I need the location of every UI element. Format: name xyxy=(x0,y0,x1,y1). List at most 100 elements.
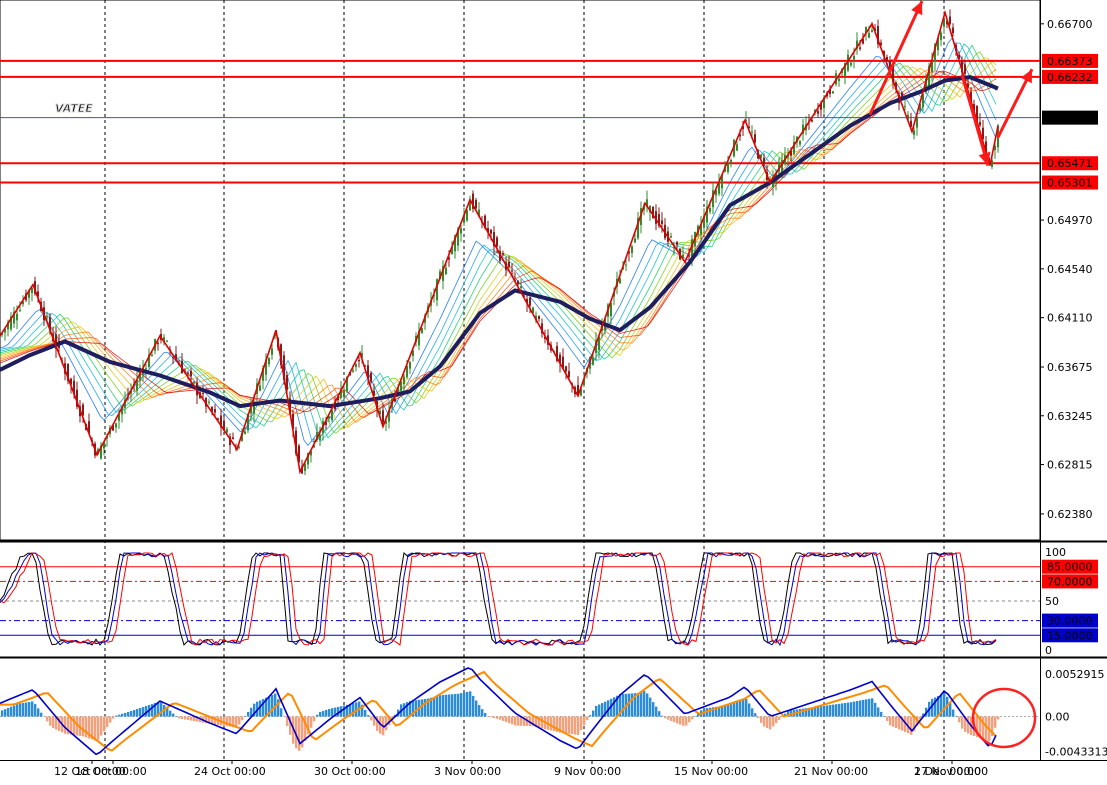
macd-histogram-bar xyxy=(469,691,472,717)
macd-tick-label: 0.0052915 xyxy=(1045,668,1105,681)
macd-histogram-bar xyxy=(127,712,130,717)
price-tick-label: 0.64540 xyxy=(1047,263,1093,276)
macd-histogram-bar xyxy=(892,716,895,727)
candle-body xyxy=(838,78,840,81)
macd-histogram-bar xyxy=(877,707,880,717)
macd-histogram-bar xyxy=(850,702,853,717)
macd-histogram-bar xyxy=(622,693,625,717)
candle-body xyxy=(46,315,48,317)
macd-histogram-bar xyxy=(679,716,682,725)
macd-histogram-bar xyxy=(874,702,877,717)
candle-body xyxy=(157,343,159,345)
macd-histogram-bar xyxy=(640,692,643,717)
macd-histogram-bar xyxy=(100,716,103,736)
stochastic-pane xyxy=(0,552,1040,647)
macd-histogram-bar xyxy=(865,699,868,717)
macd-tick-label: 0.00 xyxy=(1045,711,1070,724)
candle-body xyxy=(508,261,510,267)
macd-histogram-bar xyxy=(664,716,667,719)
macd-histogram-bar xyxy=(187,716,190,721)
candle-body xyxy=(370,373,372,382)
macd-histogram-bar xyxy=(442,694,445,717)
macd-histogram-bar xyxy=(982,716,985,740)
candle-body xyxy=(244,431,246,435)
candle-body xyxy=(268,358,270,365)
macd-histogram-bar xyxy=(496,716,499,719)
macd-histogram-bar xyxy=(454,693,457,717)
macd-histogram-bar xyxy=(298,716,301,751)
candle-body xyxy=(421,328,423,333)
macd-histogram-bar xyxy=(22,702,25,717)
candle-body xyxy=(151,355,153,357)
macd-histogram-bar xyxy=(820,706,823,717)
macd-histogram-bar xyxy=(943,693,946,717)
macd-histogram-bar xyxy=(328,708,331,717)
chart-area[interactable]: 0.66700 0.66373 0.66232 0.65873 0.65471 0.653… xyxy=(0,0,1107,781)
macd-histogram-bar xyxy=(82,716,85,737)
candle-body xyxy=(520,286,522,289)
candle-body xyxy=(529,297,531,306)
candle-body xyxy=(517,280,519,285)
macd-histogram-bar xyxy=(541,716,544,729)
macd-histogram-bar xyxy=(688,716,691,723)
time-tick-label: 9 Nov 00:00 xyxy=(554,765,621,778)
macd-histogram-bar xyxy=(325,709,328,717)
macd-histogram-bar xyxy=(961,716,964,729)
macd-histogram-bar xyxy=(451,694,454,717)
stochastic-tick-label: 100 xyxy=(1045,546,1066,559)
macd-histogram-bar xyxy=(553,716,556,732)
candle-body xyxy=(979,122,981,126)
macd-histogram-bar xyxy=(43,716,46,718)
macd-histogram-bar xyxy=(112,716,115,719)
macd-histogram-bar xyxy=(139,707,142,717)
macd-histogram-bar xyxy=(766,716,769,729)
macd-histogram-bar xyxy=(772,716,775,727)
macd-histogram-bar xyxy=(421,699,424,717)
macd-histogram-bar xyxy=(13,705,16,717)
macd-histogram-bar xyxy=(238,716,241,725)
macd-histogram-bar xyxy=(838,703,841,717)
candle-body xyxy=(538,316,540,319)
macd-histogram-bar xyxy=(886,716,889,721)
macd-histogram-bar xyxy=(124,712,127,717)
candle-body xyxy=(466,210,468,221)
price-tick-label: 0.63675 xyxy=(1047,361,1093,374)
candle-body xyxy=(511,270,513,272)
macd-histogram-bar xyxy=(565,716,568,734)
price-pane xyxy=(0,0,1040,475)
price-tick-label: 0.66700 xyxy=(1047,18,1093,31)
candle-body xyxy=(343,389,345,398)
candle-body xyxy=(187,372,189,374)
chart-svg[interactable]: 0.66700 0.66373 0.66232 0.65873 0.65471 0.653… xyxy=(0,0,1107,781)
price-tick-label: 0.63245 xyxy=(1047,410,1093,423)
macd-histogram-bar xyxy=(670,716,673,721)
macd-histogram-bar xyxy=(958,716,961,723)
macd-histogram-bar xyxy=(727,705,730,717)
macd-histogram-bar xyxy=(733,702,736,717)
macd-histogram-bar xyxy=(478,705,481,717)
macd-histogram-bar xyxy=(364,709,367,717)
macd-histogram-bar xyxy=(601,703,604,717)
macd-histogram-bar xyxy=(742,698,745,717)
candle-body xyxy=(202,393,204,395)
macd-tick-label: -0.0043313 xyxy=(1045,745,1107,758)
macd-histogram-bar xyxy=(331,708,334,717)
macd-histogram-bar xyxy=(763,716,766,727)
macd-histogram-bar xyxy=(37,708,40,717)
candle-body xyxy=(631,246,633,253)
candle-body xyxy=(853,56,855,60)
macd-histogram-bar xyxy=(103,716,106,732)
candle-body xyxy=(751,131,753,133)
macd-histogram-bar xyxy=(574,716,577,735)
macd-histogram-bar xyxy=(475,700,478,717)
macd-histogram-bar xyxy=(862,699,865,717)
macd-histogram-bar xyxy=(487,716,490,718)
macd-histogram-bar xyxy=(778,716,781,721)
macd-histogram-bar xyxy=(691,716,694,720)
candle-body xyxy=(490,229,492,234)
macd-histogram-bar xyxy=(322,710,325,717)
candle-body xyxy=(568,371,570,378)
macd-histogram-bar xyxy=(19,703,22,717)
macd-histogram-bar xyxy=(655,706,658,717)
macd-histogram-bar xyxy=(25,702,28,717)
